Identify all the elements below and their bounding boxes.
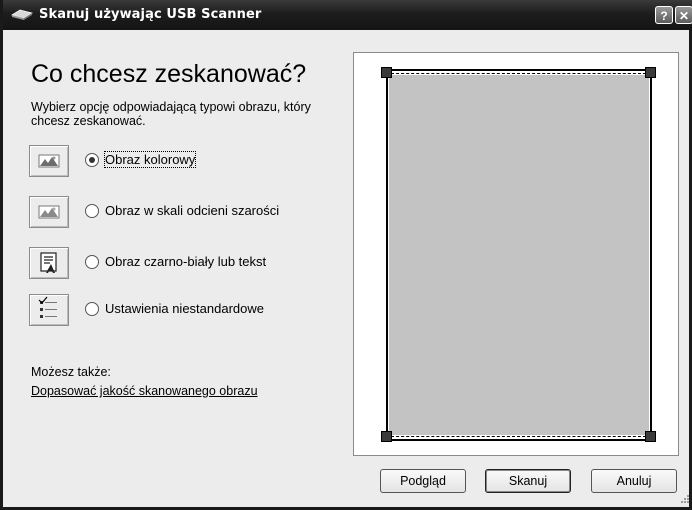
selection-handle-bottom-left[interactable] bbox=[381, 431, 392, 442]
radio-grayscale[interactable] bbox=[85, 204, 99, 218]
preview-button-label: Podgląd bbox=[400, 474, 446, 488]
close-icon: ✕ bbox=[678, 9, 690, 23]
help-icon: ? bbox=[660, 9, 668, 23]
adjust-quality-link[interactable]: Dopasować jakość skanowanego obrazu bbox=[31, 384, 258, 398]
text-document-icon[interactable] bbox=[29, 247, 69, 279]
option-grayscale-label[interactable]: Obraz w skali odcieni szarości bbox=[105, 203, 279, 218]
radio-custom[interactable] bbox=[85, 302, 99, 316]
option-bw-text-label[interactable]: Obraz czarno-biały lub tekst bbox=[105, 254, 266, 269]
option-custom[interactable]: Ustawienia niestandardowe bbox=[29, 294, 349, 326]
radio-bw-text[interactable] bbox=[85, 255, 99, 269]
also-label: Możesz także: bbox=[31, 365, 111, 379]
selection-handle-top-left[interactable] bbox=[381, 67, 392, 78]
close-button[interactable]: ✕ bbox=[675, 6, 692, 24]
radio-color[interactable] bbox=[85, 153, 99, 167]
preview-button[interactable]: Podgląd bbox=[380, 469, 466, 493]
option-color-label[interactable]: Obraz kolorowy bbox=[103, 151, 197, 168]
resize-grip-icon[interactable] bbox=[680, 494, 690, 504]
selection-handle-bottom-right[interactable] bbox=[645, 431, 656, 442]
option-color[interactable]: Obraz kolorowy bbox=[29, 145, 349, 177]
cancel-button[interactable]: Anuluj bbox=[591, 469, 677, 493]
color-photo-icon[interactable] bbox=[29, 145, 69, 177]
option-bw-text[interactable]: Obraz czarno-biały lub tekst bbox=[29, 247, 349, 279]
scan-dialog: Skanuj używając USB Scanner ? ✕ Co chces… bbox=[0, 0, 692, 510]
cancel-button-label: Anuluj bbox=[616, 474, 652, 488]
custom-settings-icon[interactable] bbox=[29, 294, 69, 326]
window-title: Skanuj używając USB Scanner bbox=[39, 7, 262, 22]
option-custom-label[interactable]: Ustawienia niestandardowe bbox=[105, 301, 264, 316]
scanner-icon bbox=[11, 9, 33, 20]
title-bar: Skanuj używając USB Scanner ? ✕ bbox=[3, 0, 692, 30]
option-grayscale[interactable]: Obraz w skali odcieni szarości bbox=[29, 196, 349, 228]
page-title: Co chcesz zeskanować? bbox=[31, 60, 307, 88]
grayscale-photo-icon[interactable] bbox=[29, 196, 69, 228]
selection-handle-top-right[interactable] bbox=[645, 67, 656, 78]
instruction-text: Wybierz opcję odpowiadającą typowi obraz… bbox=[31, 100, 311, 128]
selection-rectangle[interactable] bbox=[386, 73, 651, 437]
scan-button[interactable]: Skanuj bbox=[485, 469, 571, 493]
scan-button-label: Skanuj bbox=[508, 474, 548, 488]
help-button[interactable]: ? bbox=[655, 6, 673, 24]
